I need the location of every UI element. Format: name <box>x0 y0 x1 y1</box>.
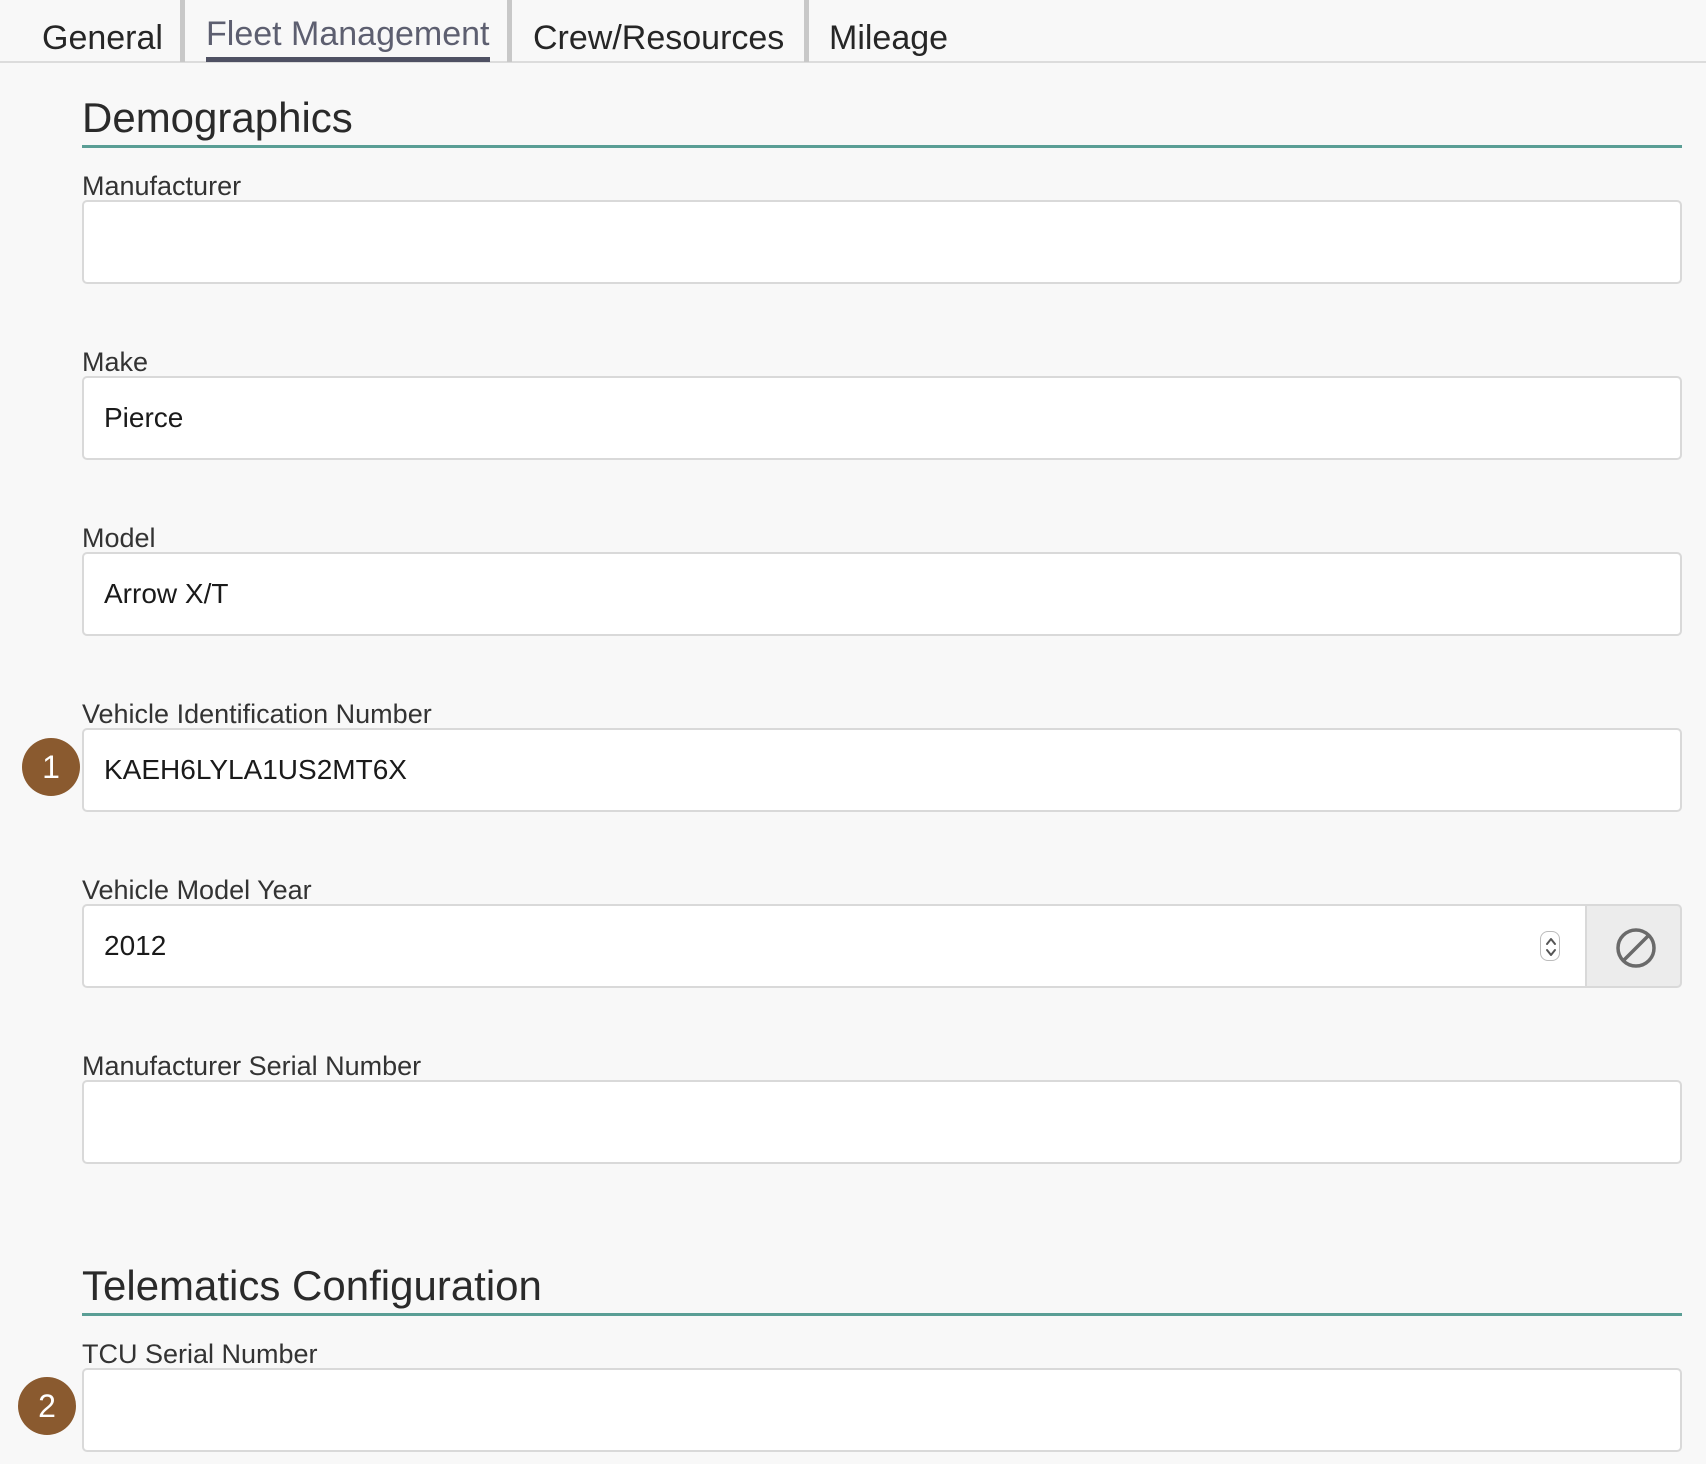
tab-divider <box>804 0 809 62</box>
model-year-input[interactable] <box>82 904 1587 988</box>
spinner-arrows-icon[interactable] <box>1540 931 1560 961</box>
make-label: Make <box>82 347 149 377</box>
model-year-label: Vehicle Model Year <box>82 875 312 905</box>
tab-general-label: General <box>42 19 163 57</box>
annotation-badge-1: 1 <box>22 738 80 796</box>
tab-bar: General Fleet Management Crew/Resources … <box>0 0 1706 63</box>
tab-fleet-management-label: Fleet Management <box>206 17 490 62</box>
tab-mileage-label: Mileage <box>829 19 949 57</box>
section-title-demographics: Demographics <box>82 97 1682 148</box>
clear-model-year-button[interactable] <box>1585 904 1682 988</box>
make-input[interactable] <box>82 376 1682 460</box>
tcu-serial-label: TCU Serial Number <box>82 1339 318 1369</box>
annotation-badge-2: 2 <box>18 1377 76 1435</box>
section-title-telematics: Telematics Configuration <box>82 1265 1682 1316</box>
tab-mileage[interactable]: Mileage <box>829 0 948 62</box>
vin-label: Vehicle Identification Number <box>82 699 432 729</box>
tab-divider <box>507 0 512 62</box>
tab-crew-resources-label: Crew/Resources <box>533 19 785 57</box>
manufacturer-input[interactable] <box>82 200 1682 284</box>
tcu-serial-input[interactable] <box>82 1368 1682 1452</box>
tab-crew-resources[interactable]: Crew/Resources <box>533 0 784 62</box>
tab-divider <box>180 0 185 62</box>
clear-circle-slash-icon <box>1616 928 1656 968</box>
manufacturer-serial-label: Manufacturer Serial Number <box>82 1051 422 1081</box>
manufacturer-serial-input[interactable] <box>82 1080 1682 1164</box>
tab-general[interactable]: General <box>42 0 163 62</box>
tab-fleet-management[interactable]: Fleet Management <box>206 0 490 62</box>
vin-input[interactable] <box>82 728 1682 812</box>
manufacturer-label: Manufacturer <box>82 171 242 201</box>
model-label: Model <box>82 523 156 553</box>
model-input[interactable] <box>82 552 1682 636</box>
